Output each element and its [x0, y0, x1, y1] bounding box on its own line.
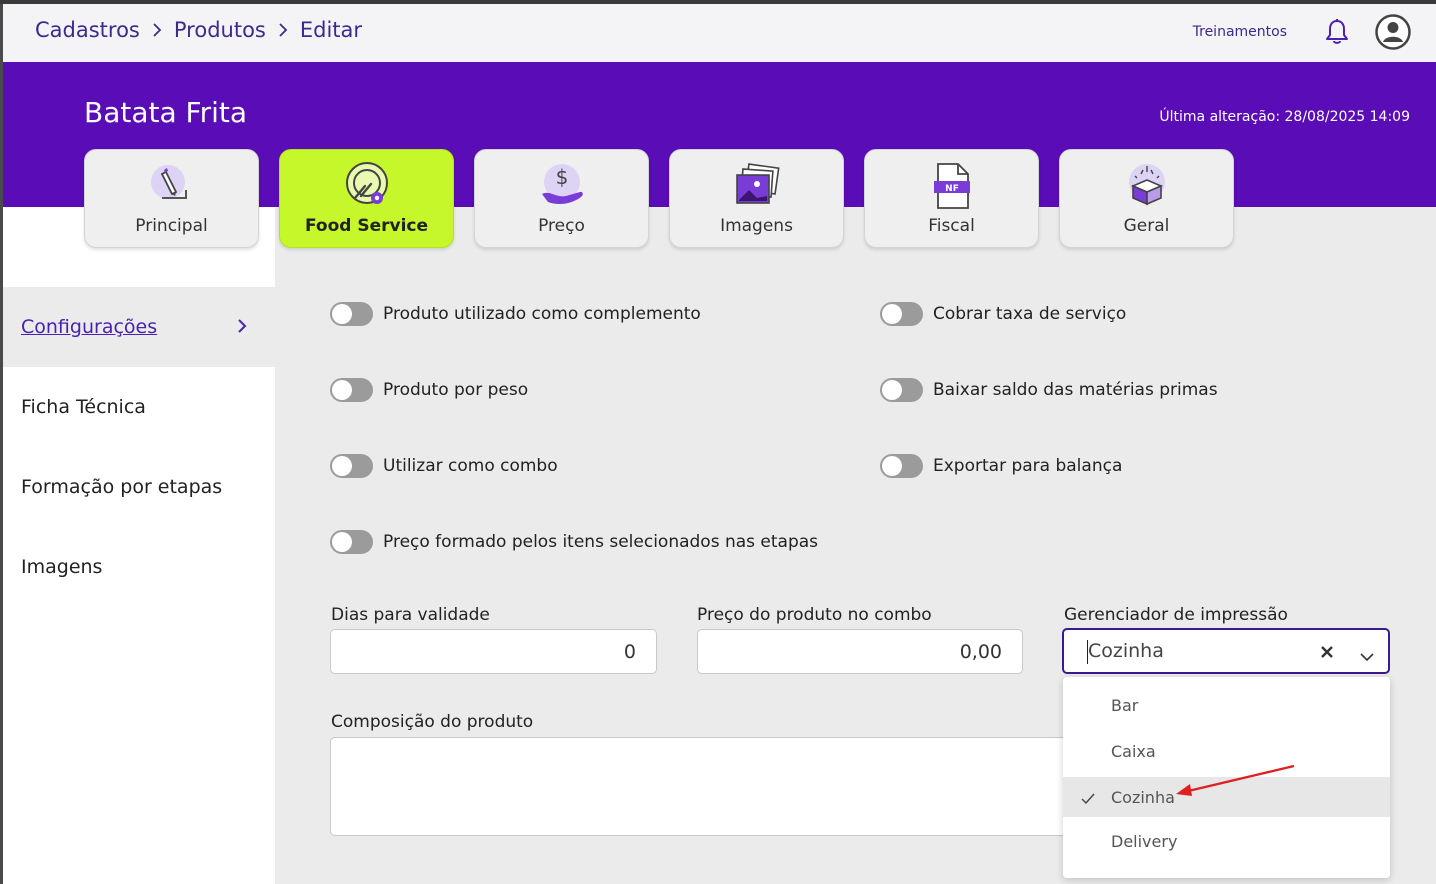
print-manager-value: Cozinha	[1088, 640, 1164, 662]
top-bar: Cadastros Produtos Editar Treinamentos	[3, 4, 1436, 62]
toggle-row-exportar-balanca: Exportar para balança	[880, 454, 1122, 478]
toggle-switch[interactable]	[880, 302, 923, 326]
toggle-row-preco-formado: Preço formado pelos itens selecionados n…	[330, 530, 818, 554]
toggle-row-produto-por-peso: Produto por peso	[330, 378, 528, 402]
toggle-row-complemento: Produto utilizado como complemento	[330, 302, 701, 326]
toggle-row-combo: Utilizar como combo	[330, 454, 558, 478]
box-icon	[1121, 160, 1173, 212]
composition-label: Composição do produto	[331, 712, 534, 732]
toggle-switch[interactable]	[330, 378, 373, 402]
toggle-label: Exportar para balança	[933, 456, 1123, 476]
chevron-down-icon[interactable]	[1360, 645, 1374, 667]
product-tabs: Principal Food Service $ Preço Imagens N…	[84, 149, 1234, 248]
chevron-right-icon	[237, 317, 247, 339]
check-icon	[1081, 790, 1095, 809]
breadcrumb-item-produtos[interactable]: Produtos	[174, 18, 266, 42]
toggle-switch[interactable]	[880, 454, 923, 478]
annotation-arrow-icon	[1176, 764, 1295, 796]
validity-input[interactable]: 0	[330, 629, 657, 674]
treinamentos-link[interactable]: Treinamentos	[1193, 24, 1287, 40]
toggle-label: Cobrar taxa de serviço	[933, 304, 1127, 324]
sidebar-item-ficha-tecnica[interactable]: Ficha Técnica	[3, 367, 275, 447]
option-label: Bar	[1111, 695, 1139, 715]
breadcrumb: Cadastros Produtos Editar	[35, 18, 362, 42]
breadcrumb-item-editar: Editar	[299, 18, 363, 42]
svg-text:NF: NF	[945, 184, 959, 194]
sidebar-item-label: Configurações	[21, 316, 158, 338]
tab-preco[interactable]: $ Preço	[474, 149, 649, 248]
toggle-label: Produto por peso	[383, 380, 529, 400]
option-label: Delivery	[1111, 831, 1178, 851]
product-title: Batata Frita	[84, 96, 248, 129]
option-bar[interactable]: Bar	[1063, 685, 1390, 725]
toggle-label: Preço formado pelos itens selecionados n…	[383, 532, 819, 552]
tab-label: Food Service	[304, 216, 429, 236]
validity-value: 0	[623, 640, 636, 663]
tab-imagens[interactable]: Imagens	[669, 149, 844, 248]
print-manager-label: Gerenciador de impressão	[1064, 605, 1288, 625]
tab-food-service[interactable]: Food Service	[279, 149, 454, 248]
money-hand-icon: $	[536, 160, 588, 212]
pencil-icon	[146, 160, 198, 212]
sidebar-item-label: Imagens	[21, 556, 103, 578]
toggle-label: Utilizar como combo	[383, 456, 558, 476]
tab-principal[interactable]: Principal	[84, 149, 259, 248]
toggle-switch[interactable]	[330, 530, 373, 554]
sidebar-item-label: Ficha Técnica	[21, 396, 146, 418]
toggle-switch[interactable]	[330, 302, 373, 326]
toggle-switch[interactable]	[330, 454, 373, 478]
tab-label: Preço	[538, 216, 585, 236]
breadcrumb-item-cadastros[interactable]: Cadastros	[35, 18, 140, 42]
images-icon	[731, 160, 783, 212]
toggle-row-taxa-servico: Cobrar taxa de serviço	[880, 302, 1126, 326]
user-avatar-icon[interactable]	[1375, 14, 1411, 50]
combo-price-label: Preço do produto no combo	[697, 605, 932, 625]
print-manager-select[interactable]: Cozinha	[1062, 628, 1390, 674]
tab-label: Imagens	[720, 216, 793, 236]
sidebar-item-label: Formação por etapas	[21, 476, 223, 498]
text-cursor	[1087, 640, 1088, 664]
tab-label: Geral	[1123, 216, 1170, 236]
sidebar-item-formacao-por-etapas[interactable]: Formação por etapas	[3, 447, 275, 527]
toggle-row-baixar-saldo: Baixar saldo das matérias primas	[880, 378, 1218, 402]
tab-geral[interactable]: Geral	[1059, 149, 1234, 248]
toggle-label: Produto utilizado como complemento	[383, 304, 701, 324]
bell-icon[interactable]	[1323, 17, 1351, 47]
toggle-label: Baixar saldo das matérias primas	[933, 380, 1218, 400]
food-service-icon	[341, 160, 393, 212]
combo-price-input[interactable]: 0,00	[697, 629, 1023, 674]
nf-document-icon: NF	[926, 160, 978, 212]
validity-label: Dias para validade	[331, 605, 490, 625]
option-label: Cozinha	[1111, 787, 1175, 807]
sidebar-item-configuracoes[interactable]: Configurações	[3, 287, 275, 367]
chevron-right-icon	[152, 23, 162, 37]
toggle-switch[interactable]	[880, 378, 923, 402]
option-label: Caixa	[1111, 741, 1156, 761]
tab-fiscal[interactable]: NF Fiscal	[864, 149, 1039, 248]
svg-text:$: $	[555, 165, 568, 189]
option-delivery[interactable]: Delivery	[1063, 821, 1390, 861]
sidebar: Configurações Ficha Técnica Formação por…	[3, 207, 275, 884]
combo-price-value: 0,00	[959, 640, 1002, 663]
sidebar-item-imagens[interactable]: Imagens	[3, 527, 275, 607]
clear-icon[interactable]	[1320, 642, 1334, 664]
tab-label: Fiscal	[928, 216, 975, 236]
tab-label: Principal	[135, 216, 208, 236]
chevron-right-icon	[278, 23, 288, 37]
last-change-text: Última alteração: 28/08/2025 14:09	[1159, 109, 1410, 125]
